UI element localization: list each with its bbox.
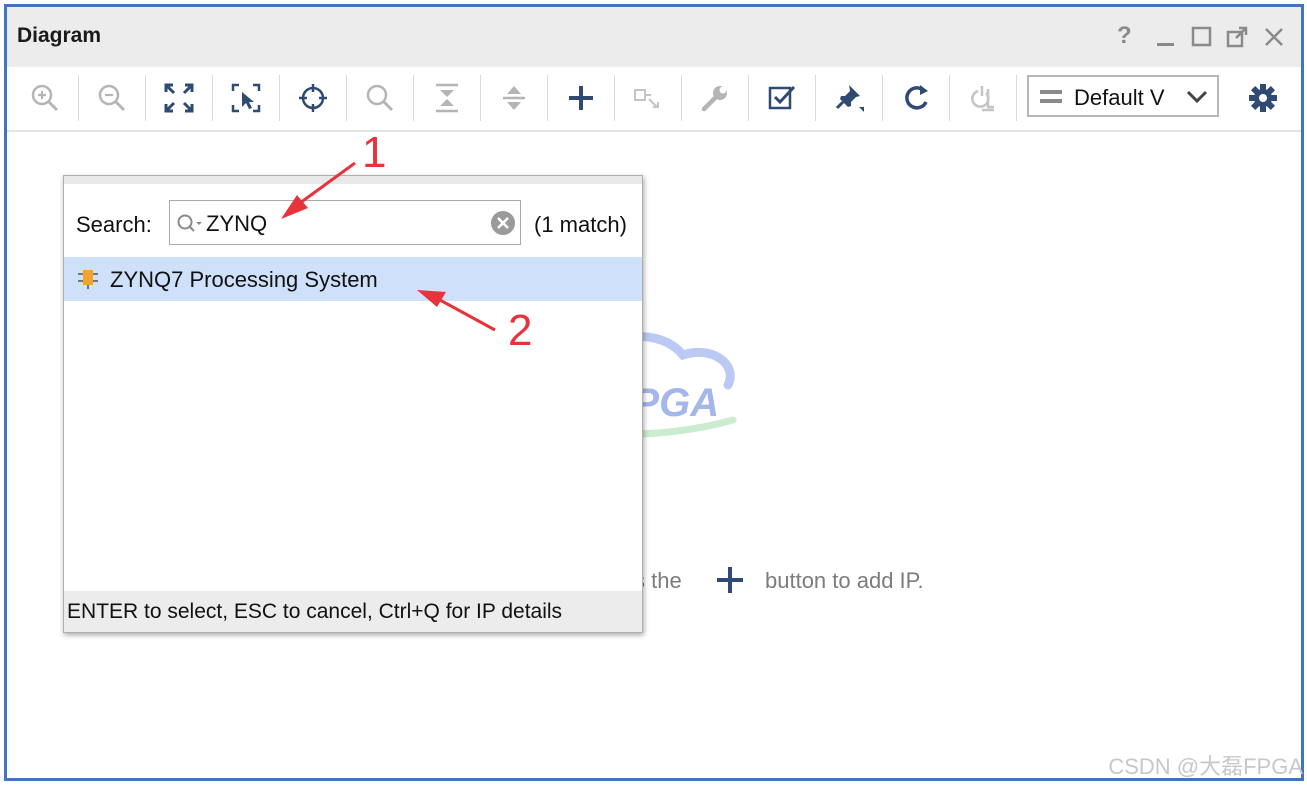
- watermark-corner-text: CSDN @大磊FPGA: [1108, 754, 1303, 779]
- annotation-arrows: [281, 161, 496, 332]
- annotation-step-1: 1: [362, 128, 387, 177]
- annotation-arrow-2: [417, 290, 446, 307]
- annotation-step-2: 2: [508, 306, 533, 355]
